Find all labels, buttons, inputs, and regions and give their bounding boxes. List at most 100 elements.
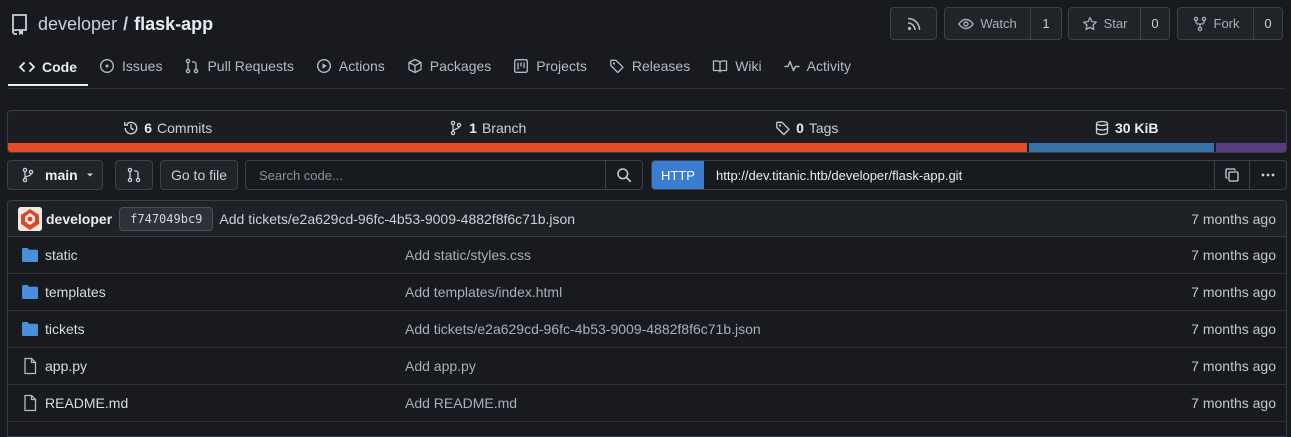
fork-button[interactable]: Fork <box>1178 8 1253 39</box>
file-name-link[interactable]: static <box>45 247 78 263</box>
file-list: developer f747049bc9 Add tickets/e2a629c… <box>7 200 1287 437</box>
repo-header: developer / flask-app Watch 1 Star 0 For… <box>0 0 1291 48</box>
clone-url[interactable]: http://dev.titanic.htb/developer/flask-a… <box>704 161 1214 189</box>
latest-commit-bar: developer f747049bc9 Add tickets/e2a629c… <box>8 201 1286 237</box>
folder-icon-wrap <box>21 246 39 264</box>
file-row: static Add static/styles.css 7 months ago <box>8 237 1286 274</box>
search-button[interactable] <box>605 161 642 189</box>
repo-owner-link[interactable]: developer <box>38 14 117 35</box>
copy-url-button[interactable] <box>1214 161 1249 189</box>
branch-icon <box>22 167 34 183</box>
rss-button[interactable] <box>890 7 937 40</box>
folder-icon <box>22 322 38 336</box>
tab-label: Pull Requests <box>207 58 294 74</box>
language-bar[interactable] <box>8 143 1286 152</box>
file-commit-message[interactable]: Add README.md <box>405 395 517 411</box>
tab-label: Releases <box>631 58 691 74</box>
tab-label: Projects <box>536 58 587 74</box>
commit-author[interactable]: developer <box>46 211 112 227</box>
more-options-button[interactable] <box>1249 161 1286 189</box>
star-button-group: Star 0 <box>1068 7 1170 40</box>
file-commit-time: 7 months ago <box>1191 321 1276 337</box>
clone-protocol-button[interactable]: HTTP <box>652 161 704 189</box>
tab-pull-requests[interactable]: Pull Requests <box>173 50 304 82</box>
tab-releases[interactable]: Releases <box>598 50 701 82</box>
pulse-icon <box>783 60 800 72</box>
code-search-input[interactable] <box>246 161 605 189</box>
tab-issues[interactable]: Issues <box>88 50 173 82</box>
file-commit-message[interactable]: Add templates/index.html <box>405 284 562 300</box>
commits-link[interactable]: 6 Commits <box>8 111 328 144</box>
go-to-file-button[interactable]: Go to file <box>160 160 238 190</box>
file-commit-time: 7 months ago <box>1191 395 1276 411</box>
project-icon <box>514 59 529 73</box>
file-commit-time: 7 months ago <box>1191 247 1276 263</box>
file-rows: static Add static/styles.css 7 months ago t… <box>8 237 1286 422</box>
repo-separator: / <box>123 13 129 34</box>
folder-icon <box>22 285 38 299</box>
tags-label: Tags <box>808 119 839 136</box>
history-icon <box>124 121 138 134</box>
tabs-divider <box>8 88 1285 89</box>
copy-icon <box>1225 168 1239 182</box>
tab-label: Activity <box>806 58 851 74</box>
file-commit-message[interactable]: Add tickets/e2a629cd-96fc-4b53-9009-4882… <box>405 321 761 337</box>
compare-icon <box>127 167 141 183</box>
watch-label: Watch <box>980 16 1017 31</box>
tab-wiki[interactable]: Wiki <box>701 50 772 82</box>
tab-activity[interactable]: Activity <box>773 50 862 82</box>
folder-icon-wrap <box>21 320 39 338</box>
search-icon <box>617 168 632 183</box>
tab-label: Code <box>42 59 77 75</box>
branches-link[interactable]: 1 Branch <box>328 111 648 144</box>
branch-name: main <box>45 167 78 183</box>
folder-icon <box>22 248 38 262</box>
tags-link[interactable]: 0 Tags <box>647 111 967 144</box>
watch-button-group: Watch 1 <box>944 7 1062 40</box>
repo-name-link[interactable]: flask-app <box>134 14 213 35</box>
watch-button[interactable]: Watch <box>945 8 1030 39</box>
folder-icon-wrap <box>21 283 39 301</box>
repo-page: developer / flask-app Watch 1 Star 0 For… <box>0 0 1291 437</box>
tab-label: Actions <box>338 58 385 74</box>
pull-request-icon <box>186 58 199 74</box>
book-icon <box>713 60 728 73</box>
tab-packages[interactable]: Packages <box>396 50 502 82</box>
avatar-image <box>18 206 42 231</box>
file-icon <box>24 394 37 412</box>
file-commit-message[interactable]: Add static/styles.css <box>405 247 531 263</box>
star-button[interactable]: Star <box>1069 8 1140 39</box>
branch-label: Branch <box>481 119 527 136</box>
tab-actions[interactable]: Actions <box>305 50 396 82</box>
file-name-link[interactable]: README.md <box>45 395 128 411</box>
go-to-file-label: Go to file <box>170 167 228 183</box>
fork-count[interactable]: 0 <box>1253 8 1282 39</box>
eye-icon <box>958 18 975 29</box>
star-icon <box>1082 16 1097 30</box>
file-name-link[interactable]: tickets <box>45 321 85 337</box>
tab-projects[interactable]: Projects <box>502 50 598 82</box>
tab-label: Issues <box>122 58 163 74</box>
commit-sha-button[interactable]: f747049bc9 <box>119 206 214 231</box>
tag-icon <box>776 121 790 135</box>
branch-selector[interactable]: main <box>7 160 103 190</box>
file-commit-message[interactable]: Add app.py <box>405 358 476 374</box>
file-name-link[interactable]: app.py <box>45 358 87 374</box>
database-icon <box>1095 120 1109 135</box>
size-value: 30 KiB <box>1114 119 1159 136</box>
package-icon <box>408 58 422 74</box>
compare-button[interactable] <box>115 160 153 190</box>
avatar[interactable] <box>18 206 42 231</box>
commit-message[interactable]: Add tickets/e2a629cd-96fc-4b53-9009-4882… <box>219 211 575 227</box>
repo-size: 30 KiB <box>967 111 1287 144</box>
repo-title: developer / flask-app <box>10 10 213 38</box>
file-icon-wrap <box>21 357 39 375</box>
commit-time: 7 months ago <box>1191 210 1276 227</box>
issue-icon <box>99 58 115 74</box>
fork-label: Fork <box>1213 16 1240 31</box>
watch-count[interactable]: 1 <box>1030 8 1061 39</box>
star-count[interactable]: 0 <box>1140 8 1169 39</box>
tab-code[interactable]: Code <box>8 50 88 86</box>
file-name-link[interactable]: templates <box>45 284 106 300</box>
chevron-down-icon <box>86 173 93 177</box>
